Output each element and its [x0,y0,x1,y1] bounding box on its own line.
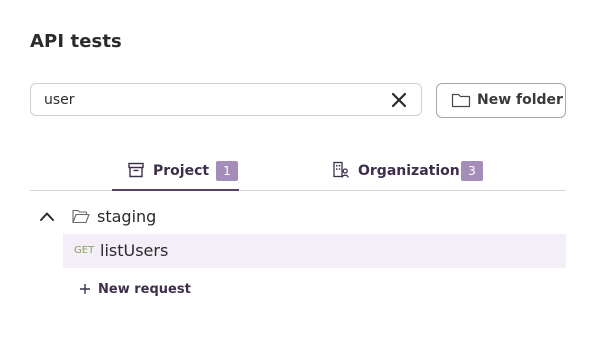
search-box[interactable] [30,83,422,116]
request-name: listUsers [100,241,169,260]
folder-row-staging[interactable]: staging [30,204,566,230]
building-user-icon [333,161,349,178]
tab-project[interactable]: Project 1 [112,158,240,191]
chevron-up-icon[interactable] [39,210,55,222]
tab-project-count-badge: 1 [216,161,238,181]
new-request-label: New request [98,282,191,297]
new-request-button[interactable]: New request [76,282,191,300]
clear-search-icon[interactable] [391,92,407,108]
request-row[interactable]: GET listUsers [63,234,566,268]
search-input[interactable] [44,90,374,110]
archive-box-icon [128,162,144,178]
new-folder-label: New folder [477,92,563,108]
method-badge: GET [74,245,95,256]
tab-bar: Project 1 Organization 3 [30,158,566,191]
tab-organization[interactable]: Organization 3 [330,158,490,190]
tab-project-label: Project [153,163,210,179]
plus-icon [80,284,90,294]
tab-organization-count-badge: 3 [461,161,483,181]
folder-name: staging [97,207,157,226]
folder-open-icon [72,209,90,224]
new-folder-button[interactable]: New folder [436,83,566,118]
page-title: API tests [30,31,122,52]
active-tab-indicator [112,189,239,191]
tab-organization-label: Organization [358,163,460,179]
folder-icon [451,93,471,108]
